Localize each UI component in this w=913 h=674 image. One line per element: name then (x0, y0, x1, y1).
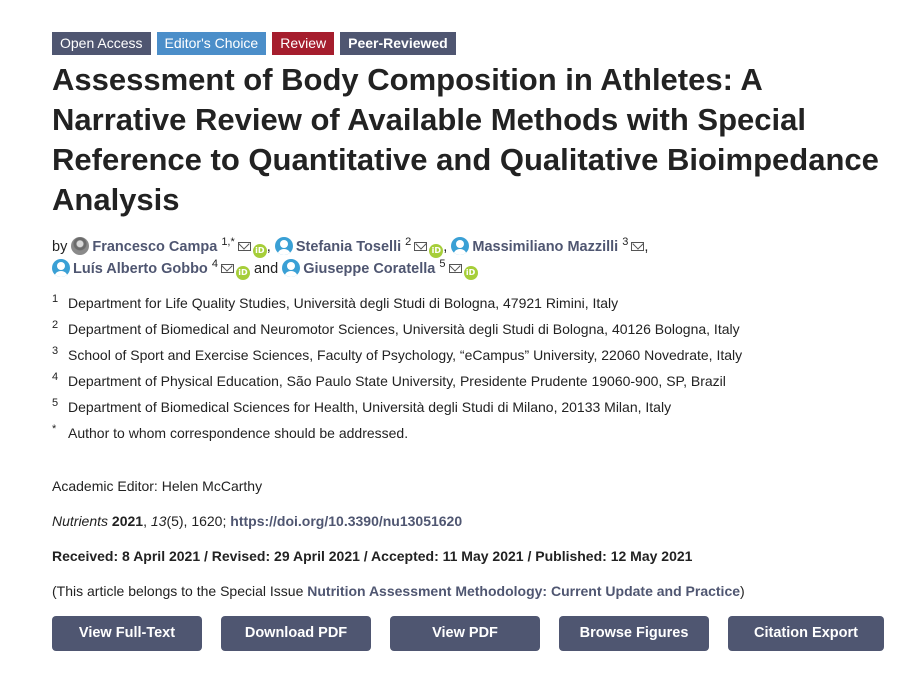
citation-export-button[interactable]: Citation Export (728, 616, 884, 651)
download-pdf-button[interactable]: Download PDF (221, 616, 371, 651)
author-affiliation-ref: 1,* (221, 236, 235, 249)
email-icon[interactable] (414, 242, 428, 251)
view-full-text-button[interactable]: View Full-Text (52, 616, 202, 651)
open-access-badge[interactable]: Open Access (52, 32, 151, 55)
article-title: Assessment of Body Composition in Athlet… (52, 62, 879, 217)
author-avatar-icon (52, 259, 70, 277)
author-link[interactable]: Massimiliano Mazzilli (472, 239, 618, 255)
citation-year: 2021 (111, 513, 144, 529)
orcid-icon[interactable]: iD (235, 266, 250, 280)
author-list: by Francesco Campa 1,*iD, Stefania Tosel… (52, 236, 892, 280)
peer-reviewed-badge[interactable]: Peer-Reviewed (340, 32, 456, 55)
affiliation-number: 5 (52, 397, 59, 409)
view-pdf-button[interactable]: View PDF (390, 616, 540, 651)
affiliation-number: 4 (52, 371, 59, 383)
review-badge[interactable]: Review (272, 32, 335, 55)
article-badges: Open Access Editor's Choice Review Peer-… (52, 32, 456, 55)
affiliation-number: * (52, 423, 57, 435)
and-label: and (253, 261, 279, 277)
author-affiliation-ref: 2 (405, 236, 412, 249)
academic-editor: Academic Editor: Helen McCarthy (52, 478, 263, 494)
orcid-icon[interactable]: iD (429, 244, 444, 258)
affiliation-number: 1 (52, 293, 59, 305)
browse-figures-button[interactable]: Browse Figures (559, 616, 709, 651)
email-icon[interactable] (448, 264, 462, 273)
author-avatar-icon (282, 259, 301, 277)
editors-choice-badge[interactable]: Editor's Choice (156, 32, 267, 55)
citation-volume: 13 (150, 513, 167, 529)
email-icon[interactable] (237, 242, 251, 251)
author-affiliation-ref: 4 (211, 258, 218, 271)
journal-name: Nutrients (52, 513, 109, 529)
affiliation-item: * Author to whom correspondence should be… (52, 423, 892, 452)
author-link[interactable]: Luís Alberto Gobbo (73, 261, 208, 277)
author-affiliation-ref: 5 (439, 258, 446, 271)
orcid-icon[interactable]: iD (252, 244, 267, 258)
doi-link[interactable]: https://doi.org/10.3390/nu13051620 (230, 513, 462, 529)
special-issue-note: (This article belongs to the Special Iss… (52, 583, 745, 599)
author-affiliation-ref: 3 (622, 236, 629, 249)
affiliation-list: 1 Department for Life Quality Studies, Un… (52, 293, 892, 452)
citation-line: Nutrients 2021, 13(5), 1620; https://doi… (52, 513, 463, 529)
affiliation-number: 2 (52, 319, 59, 331)
special-issue-link[interactable]: Nutrition Assessment Methodology: Curren… (307, 583, 740, 599)
author-link[interactable]: Francesco Campa (92, 239, 217, 255)
orcid-icon[interactable]: iD (463, 266, 478, 280)
affiliation-text: Author to whom correspondence should be … (68, 425, 409, 441)
publication-dates: Received: 8 April 2021 / Revised: 29 Apr… (52, 548, 693, 564)
author-link[interactable]: Giuseppe Coratella (303, 261, 435, 277)
article-actions: View Full-Text Download PDF View PDF Bro… (52, 616, 884, 651)
author-photo-icon (71, 237, 90, 255)
by-label: by (52, 239, 68, 255)
special-issue-prefix: (This article belongs to the Special Iss… (52, 583, 308, 599)
special-issue-suffix: ) (740, 583, 745, 599)
author-avatar-icon (451, 237, 470, 255)
affiliation-number: 3 (52, 345, 59, 357)
author-link[interactable]: Stefania Toselli (296, 239, 401, 255)
email-icon[interactable] (631, 242, 645, 251)
email-icon[interactable] (220, 264, 234, 273)
citation-issue-pages: (5), 1620; (166, 513, 227, 529)
author-avatar-icon (274, 237, 293, 255)
